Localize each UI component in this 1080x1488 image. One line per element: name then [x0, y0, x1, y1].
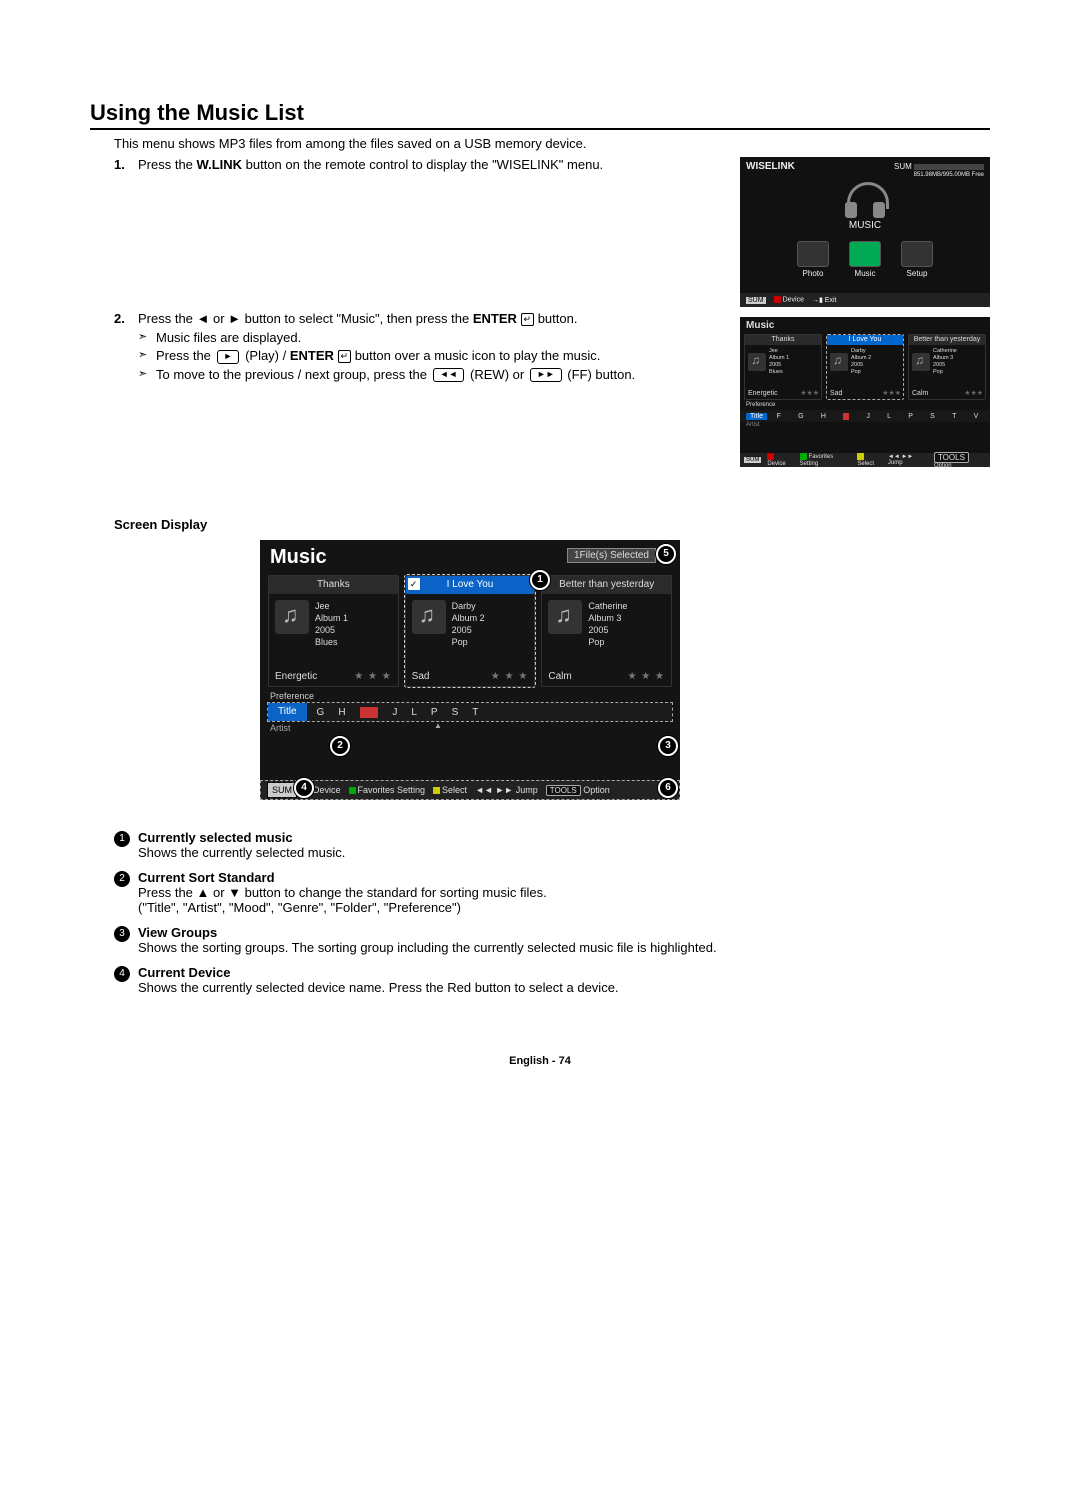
note-icon	[748, 353, 766, 371]
rating-stars: ★ ★ ★	[491, 671, 528, 682]
memory-bar	[914, 164, 984, 170]
photo-menu-item[interactable]: Photo	[795, 241, 831, 278]
musiclist-small-screenshot: Music Thanks Jee Album 1 2005 Blues Ener…	[740, 317, 990, 467]
music-menu-item[interactable]: Music	[847, 241, 883, 278]
legend-num-4: 4	[114, 966, 130, 982]
help-bar: SUM Device Favorites Setting Select ◄◄ ►…	[260, 780, 680, 800]
legend: 1 Currently selected music Shows the cur…	[114, 830, 990, 995]
memory-text: 851.98MB/995.00MB Free	[740, 172, 990, 178]
sum-badge: SUM	[268, 783, 296, 797]
wiselink-screenshot: WISELINK SUM 851.98MB/995.00MB Free MUSI…	[740, 157, 990, 307]
callout-3: 3	[658, 736, 678, 756]
fastforward-icon: ►►	[530, 368, 562, 382]
selected-count-badge: 1File(s) Selected	[567, 548, 656, 563]
preference-label: Preference	[740, 400, 990, 410]
artist-label: Artist	[740, 422, 990, 430]
step1-text: Press the W.LINK button on the remote co…	[138, 157, 740, 172]
note-icon	[412, 600, 446, 634]
device-label: Device	[783, 297, 804, 304]
music-big-label: MUSIC	[740, 220, 990, 231]
rating-stars: ★ ★ ★	[964, 389, 982, 397]
sort-current[interactable]: Title	[268, 703, 307, 721]
step2-text: Press the ◄ or ► button to select "Music…	[138, 311, 740, 385]
note-icon	[548, 600, 582, 634]
music-col-1[interactable]: Thanks Jee Album 1 2005 Blues Energetic …	[744, 334, 822, 400]
callout-2: 2	[330, 736, 350, 756]
sum-label: SUM	[894, 162, 912, 171]
callout-4: 4	[294, 778, 314, 798]
callout-5: 5	[656, 544, 676, 564]
music-col-2[interactable]: I Love You Darby Album 2 2005 Pop Sad ★ …	[826, 334, 904, 400]
music-col-1[interactable]: Thanks Jee Album 1 2005 Blues Energetic …	[268, 575, 399, 687]
legend-num-2: 2	[114, 871, 130, 887]
page-footer: English - 74	[90, 1055, 990, 1067]
note-icon	[830, 353, 848, 371]
enter-icon: ↵	[338, 350, 352, 363]
step2-number: 2.	[114, 311, 138, 326]
sum-badge: SUM	[744, 457, 761, 463]
screen-display-screenshot: Music 1File(s) Selected Thanks Jee Album…	[260, 540, 680, 800]
preference-label: Preference	[260, 687, 680, 701]
artist-label: Artist	[260, 721, 680, 735]
exit-label: Exit	[825, 297, 837, 304]
note-icon	[912, 353, 930, 371]
musiclist-title: Music	[740, 317, 990, 334]
rating-stars: ★ ★ ★	[800, 389, 818, 397]
headphones-icon	[843, 182, 887, 218]
music-col-2[interactable]: ✓ I Love You Darby Album 2 2005 Pop Sad …	[405, 575, 536, 687]
step2-bullet2: Press the ► (Play) / ENTER ↵ button over…	[138, 348, 728, 364]
check-icon: ✓	[408, 578, 420, 590]
note-icon	[275, 600, 309, 634]
letter-index[interactable]: G H J L P S T	[311, 707, 672, 718]
play-icon: ►	[217, 350, 240, 364]
sort-current[interactable]: Title	[746, 413, 767, 420]
music-col-3[interactable]: Better than yesterday Catherine Album 3 …	[541, 575, 672, 687]
rating-stars: ★ ★ ★	[882, 389, 900, 397]
enter-icon: ↵	[521, 313, 535, 326]
music-col-3[interactable]: Better than yesterday Catherine Album 3 …	[908, 334, 986, 400]
sort-row[interactable]: Title G H J L P S T	[268, 703, 672, 721]
photo-icon	[797, 241, 829, 267]
music-icon	[849, 241, 881, 267]
callout-1: 1	[530, 570, 550, 590]
legend-num-3: 3	[114, 926, 130, 942]
intro-text: This menu shows MP3 files from among the…	[114, 136, 990, 151]
page-title: Using the Music List	[90, 100, 990, 130]
legend-num-1: 1	[114, 831, 130, 847]
rewind-icon: ◄◄	[433, 368, 465, 382]
rating-stars: ★ ★ ★	[628, 671, 665, 682]
setup-icon	[901, 241, 933, 267]
exit-icon: →▮	[812, 297, 823, 304]
letter-index[interactable]: FGH JLPSTV	[771, 413, 984, 420]
wiselink-title: WISELINK	[746, 161, 795, 172]
sum-badge: SUM	[746, 297, 766, 304]
screen-display-heading: Screen Display	[114, 517, 990, 532]
setup-menu-item[interactable]: Setup	[899, 241, 935, 278]
step1-number: 1.	[114, 157, 138, 172]
step2-bullet3: To move to the previous / next group, pr…	[138, 367, 728, 383]
rating-stars: ★ ★ ★	[354, 671, 391, 682]
callout-6: 6	[658, 778, 678, 798]
step2-bullet1: Music files are displayed.	[138, 330, 728, 345]
